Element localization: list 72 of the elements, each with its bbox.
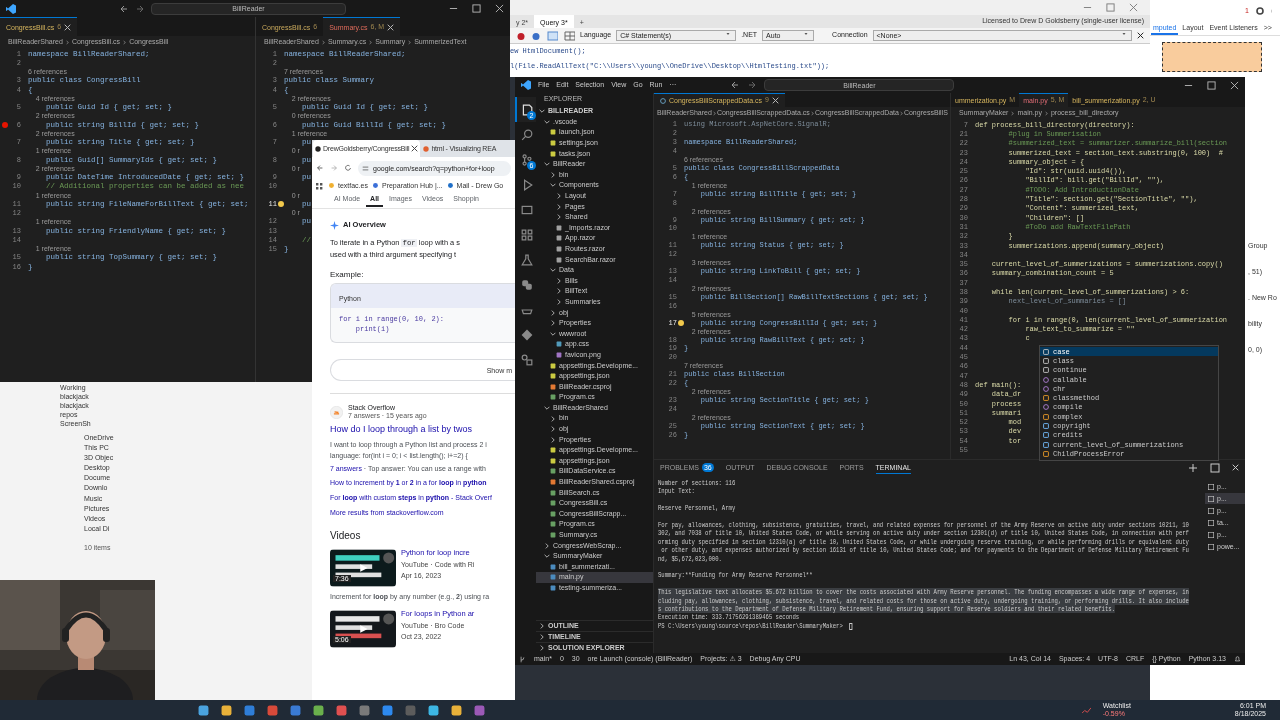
section-heading: Videos — [330, 529, 362, 542]
search-icon — [520, 128, 533, 141]
class-symbol-icon — [1043, 395, 1049, 402]
chart-line-icon — [1081, 705, 1091, 715]
chevron-right-icon — [408, 39, 412, 46]
close-icon[interactable] — [1137, 32, 1144, 39]
files-icon — [520, 103, 533, 116]
bookmark-favicon-icon — [329, 183, 336, 190]
csharp-file-icon — [660, 97, 666, 104]
diamond-icon — [520, 328, 533, 341]
taskbar-app-icon[interactable] — [359, 704, 370, 716]
taskbar-app-icon[interactable] — [474, 704, 485, 716]
settings-icon[interactable] — [1255, 6, 1265, 16]
maximize-icon[interactable] — [472, 4, 481, 13]
chevron-right-icon — [1011, 110, 1015, 117]
class-symbol-icon — [1043, 413, 1049, 420]
close-icon[interactable] — [495, 4, 504, 13]
class-symbol-icon — [1043, 450, 1049, 457]
back-arrow-icon[interactable] — [730, 80, 741, 90]
monitor-icon — [520, 203, 533, 216]
function-symbol-icon — [1043, 404, 1049, 411]
sparkle-icon — [330, 221, 339, 230]
source-control-icon — [520, 153, 533, 166]
example-label: Example: — [330, 270, 365, 280]
taskbar-app-icon[interactable] — [290, 704, 301, 716]
chevron-right-icon — [65, 39, 69, 46]
breakpoint-dot[interactable] — [2, 121, 8, 128]
chevron-right-icon — [321, 39, 325, 46]
chevron-right-icon — [123, 39, 127, 46]
taskbar-app-icon[interactable] — [244, 704, 255, 716]
chevron-icon — [539, 108, 545, 115]
chevron-right-icon — [712, 110, 716, 117]
taskbar-app-icon[interactable] — [428, 704, 439, 716]
plus-icon[interactable] — [1188, 462, 1198, 473]
graph-icon — [520, 353, 533, 366]
close-icon[interactable] — [771, 97, 779, 104]
taskbar-app-icon[interactable] — [336, 704, 347, 716]
grid-icon[interactable] — [563, 30, 575, 41]
forward-arrow-icon[interactable] — [135, 3, 145, 14]
bookmark-favicon-icon — [447, 183, 455, 190]
lightbulb-icon[interactable] — [278, 200, 284, 207]
close-icon[interactable] — [387, 23, 395, 31]
chevron-right-icon — [810, 110, 814, 117]
app-logo-icon — [6, 3, 16, 14]
extensions-icon — [520, 228, 533, 241]
close-icon[interactable] — [64, 23, 72, 31]
flask-icon — [520, 253, 533, 266]
maximize-icon[interactable] — [1207, 80, 1216, 90]
bell-icon — [1234, 655, 1241, 663]
branch-icon — [519, 655, 526, 663]
taskbar-app-icon[interactable] — [221, 704, 232, 716]
forward-arrow-icon[interactable] — [747, 80, 758, 90]
tune-icon — [362, 164, 369, 172]
apps-grid-icon[interactable] — [316, 182, 324, 191]
reload-icon[interactable] — [344, 164, 352, 172]
bookmark-favicon-icon — [372, 183, 380, 190]
close-icon[interactable] — [1230, 80, 1239, 90]
taskbar-app-icon[interactable] — [382, 704, 393, 716]
taskbar-app-icon[interactable] — [198, 704, 209, 716]
taskbar-app-icon[interactable] — [451, 704, 462, 716]
chevron-right-icon — [1044, 110, 1048, 117]
back-arrow-icon[interactable] — [119, 3, 129, 14]
back-arrow-icon[interactable] — [316, 164, 324, 172]
taskbar-app-icon[interactable] — [267, 704, 278, 716]
taskbar-app-icon[interactable] — [313, 704, 324, 716]
app-logo-icon — [521, 80, 531, 90]
lightbulb-icon[interactable] — [678, 319, 684, 326]
maximize-panel-icon[interactable] — [1210, 462, 1220, 473]
result-title-link[interactable]: How do I loop through a list by twos — [330, 424, 515, 435]
chevron-right-icon — [369, 39, 373, 46]
close-icon[interactable] — [411, 145, 419, 152]
chevron-right-icon — [899, 110, 903, 117]
